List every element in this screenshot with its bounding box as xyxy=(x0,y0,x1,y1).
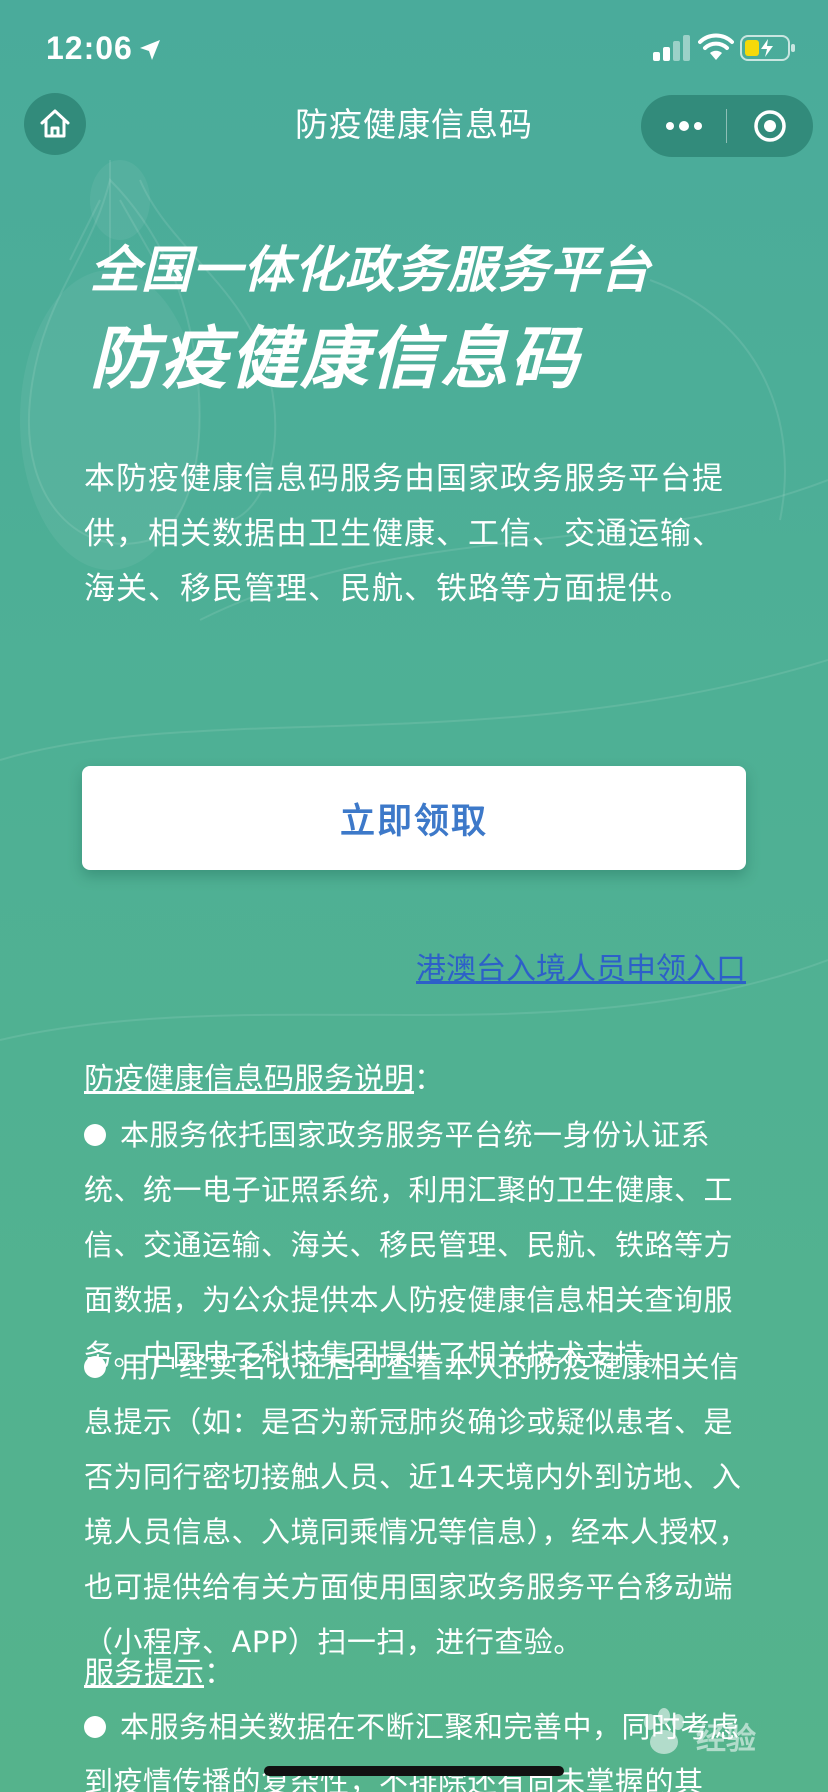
miniapp-capsule xyxy=(641,95,813,157)
cellular-signal-icon xyxy=(653,35,690,61)
explanation-item-text: 本服务依托国家政务服务平台统一身份认证系统、统一电子证照系统，利用汇聚的卫生健康… xyxy=(84,1118,734,1372)
explanation-item: 用户经实名认证后可查看本人的防疫健康相关信息提示（如：是否为新冠肺炎确诊或疑似患… xyxy=(84,1340,748,1670)
status-bar: 12:06 xyxy=(0,0,828,96)
location-arrow-icon xyxy=(140,40,160,60)
more-button[interactable] xyxy=(641,95,726,157)
close-miniapp-button[interactable] xyxy=(727,95,813,157)
intro-paragraph: 本防疫健康信息码服务由国家政务服务平台提供，相关数据由卫生健康、工信、交通运输、… xyxy=(84,461,724,607)
paw-logo-icon xyxy=(644,1708,684,1754)
claim-button[interactable]: 立即领取 xyxy=(82,766,746,870)
hero-subtitle: 全国一体化政务服务平台 xyxy=(90,241,651,299)
target-circle-icon xyxy=(754,110,786,142)
tips-heading-text: 服务提示 xyxy=(84,1656,204,1691)
home-indicator[interactable] xyxy=(264,1766,564,1776)
more-dots-icon xyxy=(665,121,702,131)
hero-title: 防疫健康信息码 xyxy=(90,320,581,399)
bullet-icon xyxy=(84,1124,106,1146)
page-title: 防疫健康信息码 xyxy=(295,105,533,144)
explanation-heading-colon: ： xyxy=(414,1062,444,1097)
hmt-entry-link[interactable]: 港澳台入境人员申领入口 xyxy=(416,950,746,990)
baidu-jingyan-watermark: 经验 xyxy=(636,1696,796,1766)
explanation-item-text: 用户经实名认证后可查看本人的防疫健康相关信息提示（如：是否为新冠肺炎确诊或疑似患… xyxy=(84,1350,749,1659)
wifi-icon xyxy=(698,33,734,60)
tips-heading-colon: ： xyxy=(204,1656,234,1691)
bullet-icon xyxy=(84,1716,106,1738)
bullet-icon xyxy=(84,1356,106,1378)
explanation-heading: 防疫健康信息码服务说明： xyxy=(84,1060,444,1100)
battery-charging-icon xyxy=(740,35,795,61)
home-icon xyxy=(40,109,70,138)
tips-heading: 服务提示： xyxy=(84,1654,234,1694)
watermark-text: 经验 xyxy=(696,1722,756,1757)
status-time: 12:06 xyxy=(46,30,133,66)
explanation-heading-text: 防疫健康信息码服务说明 xyxy=(84,1062,414,1097)
home-button[interactable] xyxy=(24,93,86,155)
